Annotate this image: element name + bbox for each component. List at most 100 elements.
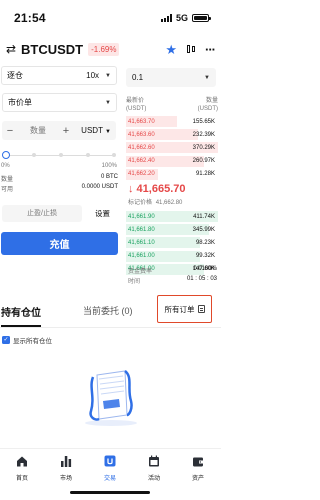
bid-row[interactable]: 41,661.90 411.74K <box>126 211 218 222</box>
quantity-input[interactable] <box>18 126 58 135</box>
nav-home[interactable]: 首页 <box>0 454 44 482</box>
precision-select[interactable]: 0.1 ▼ <box>126 68 216 87</box>
tp-sl-row: 设置 <box>2 205 116 222</box>
pair-change-badge: -1.69% <box>88 42 120 56</box>
ask-row[interactable]: 41,662.20 91.28K <box>126 168 218 180</box>
mark-price-label: 标记价格 <box>128 200 153 206</box>
chevron-down-icon: ▼ <box>204 74 210 81</box>
nav-trade[interactable]: 交易 <box>88 454 132 482</box>
nav-label: 活动 <box>147 476 160 482</box>
ask-price: 41,662.60 <box>128 144 155 151</box>
bid-row[interactable]: 41,661.10 98.23K <box>126 237 218 249</box>
show-all-label: 显示所有仓位 <box>13 338 52 345</box>
countdown-label: 时间 <box>128 279 141 285</box>
nav-label: 资产 <box>191 476 204 482</box>
ask-price: 41,663.70 <box>128 118 155 125</box>
bid-qty: 411.74K <box>193 213 215 220</box>
empty-state-illustration <box>85 370 137 426</box>
order-type-select[interactable]: 市价单 ▼ <box>2 93 117 112</box>
mark-price-row: 标记价格 41,662.80 <box>128 197 182 206</box>
pair-name[interactable]: BTCUSDT <box>21 42 83 57</box>
tp-sl-input[interactable] <box>2 205 82 222</box>
nav-market[interactable]: 市场 <box>44 454 88 482</box>
ask-qty: 260.97K <box>192 158 215 165</box>
status-time: 21:54 <box>14 11 46 25</box>
qty-header: 数量 <box>205 98 218 104</box>
ask-price: 41,662.20 <box>128 171 155 178</box>
deposit-button[interactable]: 充值 <box>1 232 118 255</box>
home-indicator <box>70 491 150 494</box>
order-type-value: 市价单 <box>8 98 32 107</box>
quantity-stepper[interactable]: − + USDT ▼ <box>2 121 116 140</box>
ask-row[interactable]: 41,663.70 155.65K <box>126 116 218 127</box>
last-price: ↓ 41,665.70 <box>128 183 186 195</box>
network-label: 5G <box>175 13 188 23</box>
calendar-icon <box>149 455 159 467</box>
ask-row[interactable]: 41,663.60 232.39K <box>126 129 218 141</box>
candlestick-chart-icon[interactable] <box>185 43 197 55</box>
quantity-info-row: 数量 0 BTC <box>1 174 118 183</box>
bid-qty: 98.23K <box>195 239 215 246</box>
slider-tick <box>32 153 36 157</box>
ask-qty: 370.29K <box>192 144 215 151</box>
slider-labels: 0% 100% <box>1 163 117 169</box>
more-dots-icon[interactable]: ··· <box>205 42 216 57</box>
increase-button[interactable]: + <box>58 125 74 137</box>
chevron-down-icon: ▼ <box>105 72 111 79</box>
all-orders-button[interactable]: 所有订单 <box>157 295 212 323</box>
status-indicators: 5G <box>160 13 211 23</box>
quantity-unit-select[interactable]: USDT ▼ <box>81 126 116 135</box>
margin-mode-select[interactable]: 逐仓 10x ▼ <box>1 66 117 85</box>
slider-handle[interactable] <box>2 151 10 159</box>
price-header: 最新价 <box>126 98 145 104</box>
nav-label: 市场 <box>59 476 72 482</box>
wallet-icon <box>193 457 203 467</box>
status-bar: 21:54 5G <box>0 0 221 36</box>
quantity-info-label: 数量 <box>1 177 14 183</box>
funding-rate-label: 资金费率 <box>128 269 153 275</box>
quantity-unit-label: USDT <box>81 126 103 135</box>
ask-row[interactable]: 41,662.40 260.97K <box>126 155 218 167</box>
slider-max-label: 100% <box>101 163 117 169</box>
precision-value: 0.1 <box>132 73 144 82</box>
tab-open-orders[interactable]: 当前委托 (0) <box>83 304 133 317</box>
ask-qty: 155.65K <box>192 118 215 125</box>
document-icon <box>197 305 205 313</box>
bid-qty: 345.99K <box>192 226 215 233</box>
trade-icon <box>104 455 116 467</box>
tp-sl-settings-button[interactable]: 设置 <box>95 208 116 219</box>
bar-chart-icon <box>61 456 72 467</box>
bid-price: 41,661.00 <box>128 253 155 260</box>
show-all-checkbox[interactable]: ✓ <box>2 336 10 344</box>
qty-unit: (USDT) <box>197 106 218 112</box>
bid-row[interactable]: 41,661.00 99.32K <box>126 250 218 262</box>
bid-price: 41,661.90 <box>128 213 155 220</box>
slider-tick <box>59 153 63 157</box>
home-icon <box>17 456 27 467</box>
decrease-button[interactable]: − <box>2 125 18 137</box>
nav-assets[interactable]: 资产 <box>176 454 220 482</box>
star-icon[interactable]: ★ <box>165 43 177 56</box>
quantity-info-value: 0 BTC <box>100 174 118 180</box>
ask-qty: 232.39K <box>192 131 215 138</box>
leverage-value[interactable]: 10x <box>86 71 99 80</box>
ask-price: 41,662.40 <box>128 158 155 165</box>
signal-icon <box>160 14 172 22</box>
funding-rate-row: 资金费率 0.0100% <box>128 266 217 275</box>
show-all-positions-row[interactable]: ✓ 显示所有仓位 <box>2 335 52 345</box>
ask-row[interactable]: 41,662.60 370.29K <box>126 142 218 154</box>
swap-arrows-icon[interactable]: ⇄ <box>6 42 18 56</box>
bid-row[interactable]: 41,661.80 345.99K <box>126 224 218 236</box>
margin-mode-value: 逐仓 <box>7 71 23 80</box>
countdown-row: 时间 01 : 05 : 03 <box>128 276 217 285</box>
available-row: 可用 0.0000 USDT <box>1 184 118 193</box>
all-orders-label: 所有订单 <box>164 304 195 314</box>
divider <box>0 327 221 328</box>
pair-header: ⇄ BTCUSDT -1.69% ★ ··· <box>0 38 221 60</box>
nav-activity[interactable]: 活动 <box>132 454 176 482</box>
nav-label: 首页 <box>15 476 28 482</box>
tab-positions[interactable]: 持有仓位 <box>1 304 41 319</box>
quantity-slider[interactable] <box>2 150 116 162</box>
ask-qty: 91.28K <box>195 171 215 178</box>
available-label: 可用 <box>1 187 14 193</box>
